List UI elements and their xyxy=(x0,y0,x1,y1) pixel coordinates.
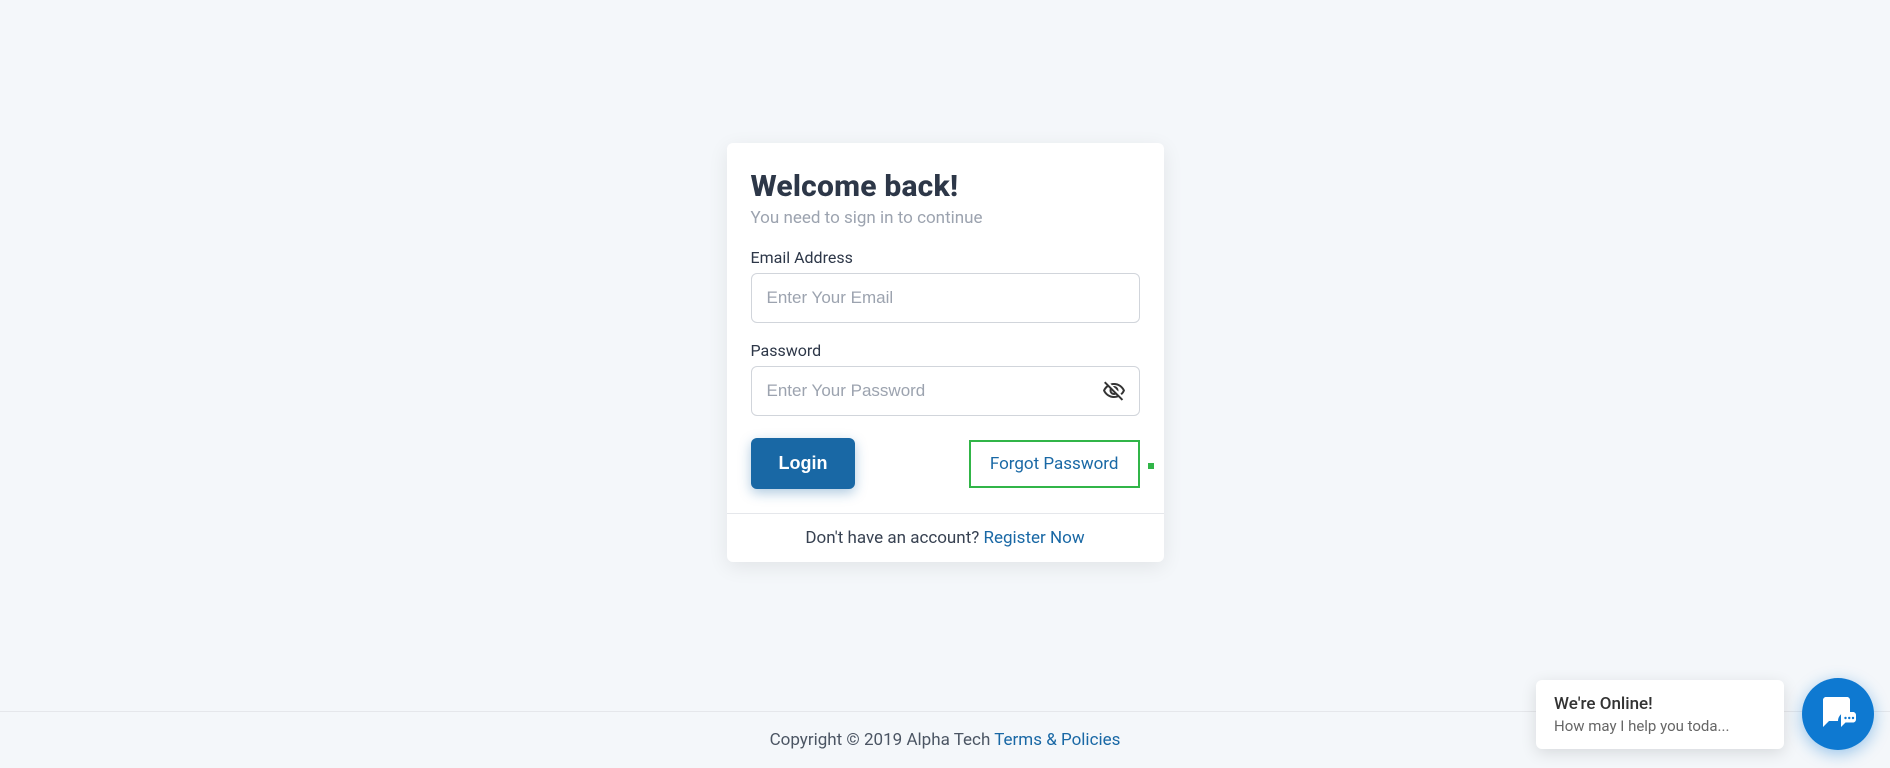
password-input[interactable] xyxy=(751,366,1140,416)
chat-bubble[interactable]: We're Online! How may I help you toda... xyxy=(1536,680,1784,749)
card-footer: Don't have an account? Register Now xyxy=(727,513,1164,562)
forgot-password-link[interactable]: Forgot Password xyxy=(969,440,1140,488)
email-input[interactable] xyxy=(751,273,1140,323)
chat-title: We're Online! xyxy=(1554,694,1766,714)
welcome-title: Welcome back! xyxy=(751,169,1140,204)
login-button[interactable]: Login xyxy=(751,438,856,489)
copyright-text: Copyright © 2019 Alpha Tech xyxy=(770,730,995,750)
welcome-subtitle: You need to sign in to continue xyxy=(751,208,1140,228)
email-label: Email Address xyxy=(751,248,1140,267)
chat-icon xyxy=(1820,694,1856,734)
chat-button[interactable] xyxy=(1802,678,1874,750)
terms-link[interactable]: Terms & Policies xyxy=(994,730,1120,750)
account-prompt: Don't have an account? xyxy=(805,528,983,548)
login-card: Welcome back! You need to sign in to con… xyxy=(727,143,1164,562)
password-label: Password xyxy=(751,341,1140,360)
chat-subtitle: How may I help you toda... xyxy=(1554,717,1766,735)
toggle-password-visibility-icon[interactable] xyxy=(1102,379,1126,403)
chat-widget: We're Online! How may I help you toda... xyxy=(1536,678,1874,750)
register-link[interactable]: Register Now xyxy=(984,528,1085,548)
indicator-dot xyxy=(1148,463,1154,469)
